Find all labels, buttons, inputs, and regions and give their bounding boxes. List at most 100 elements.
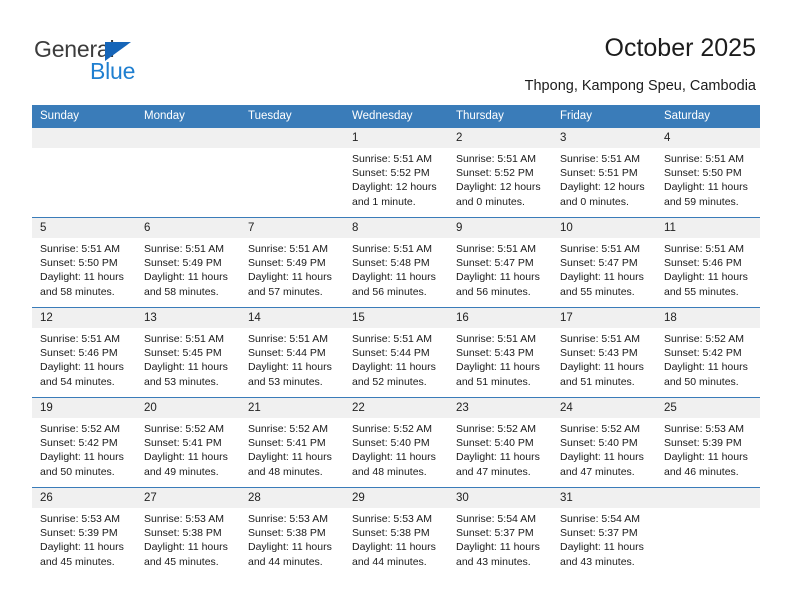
daylight-text: and 51 minutes. [456,375,531,388]
sunrise-text: Sunrise: 5:54 AM [456,513,536,525]
daylight-text: Daylight: 11 hours [352,271,436,284]
daylight-text: Daylight: 12 hours [560,181,645,194]
daylight-text: Daylight: 11 hours [664,271,748,284]
sunrise-text: Sunrise: 5:52 AM [560,423,640,435]
calendar-day-cell[interactable]: 19 Sunrise: 5:52 AM Sunset: 5:42 PM Dayligh… [32,397,136,488]
calendar-day-cell[interactable]: 6 Sunrise: 5:51 AM Sunset: 5:49 PM Daylight… [136,217,240,308]
calendar-day-cell[interactable]: 29 Sunrise: 5:53 AM Sunset: 5:38 PM Dayligh… [344,487,448,577]
calendar-day-cell[interactable]: 13 Sunrise: 5:51 AM Sunset: 5:45 PM Dayligh… [136,307,240,398]
daylight-text: and 56 minutes. [352,285,427,298]
daylight-text: and 58 minutes. [40,285,115,298]
daylight-text: and 52 minutes. [352,375,427,388]
day-details: Sunrise: 5:51 AM Sunset: 5:51 PM Daylight:… [552,148,656,209]
sunrise-text: Sunrise: 5:51 AM [456,243,536,255]
calendar-day-cell[interactable]: 10 Sunrise: 5:51 AM Sunset: 5:47 PM Dayligh… [552,217,656,308]
daylight-text: Daylight: 11 hours [664,181,748,194]
day-details: Sunrise: 5:51 AM Sunset: 5:52 PM Daylight:… [448,148,552,209]
daylight-text: Daylight: 11 hours [664,451,748,464]
sunset-text: Sunset: 5:44 PM [248,347,326,360]
calendar-day-cell[interactable]: 2 Sunrise: 5:51 AM Sunset: 5:52 PM Daylight… [448,127,552,218]
calendar-day-cell[interactable]: 7 Sunrise: 5:51 AM Sunset: 5:49 PM Daylight… [240,217,344,308]
calendar-day-cell[interactable]: 26 Sunrise: 5:53 AM Sunset: 5:39 PM Dayligh… [32,487,136,577]
calendar-day-cell[interactable]: 11 Sunrise: 5:51 AM Sunset: 5:46 PM Dayligh… [656,217,760,308]
calendar-day-cell[interactable]: 20 Sunrise: 5:52 AM Sunset: 5:41 PM Dayligh… [136,397,240,488]
calendar-day-cell[interactable]: 22 Sunrise: 5:52 AM Sunset: 5:40 PM Dayligh… [344,397,448,488]
daylight-text: Daylight: 11 hours [456,361,540,374]
daylight-text: Daylight: 11 hours [40,361,124,374]
calendar-day-cell[interactable]: 25 Sunrise: 5:53 AM Sunset: 5:39 PM Dayligh… [656,397,760,488]
sunset-text: Sunset: 5:38 PM [144,527,222,540]
sunset-text: Sunset: 5:46 PM [40,347,118,360]
sunrise-sunset-calendar-table: Sunday Monday Tuesday Wednesday Thursday… [32,105,760,577]
calendar-day-cell[interactable]: 27 Sunrise: 5:53 AM Sunset: 5:38 PM Dayligh… [136,487,240,577]
daylight-text: Daylight: 11 hours [248,361,332,374]
day-details: Sunrise: 5:53 AM Sunset: 5:38 PM Daylight:… [136,508,240,569]
daylight-text: Daylight: 11 hours [352,361,436,374]
day-number: 19 [32,398,136,418]
sunset-text: Sunset: 5:37 PM [560,527,638,540]
daylight-text: Daylight: 11 hours [664,361,748,374]
day-details: Sunrise: 5:51 AM Sunset: 5:47 PM Daylight:… [552,238,656,299]
day-number: 21 [240,398,344,418]
calendar-day-cell[interactable]: 3 Sunrise: 5:51 AM Sunset: 5:51 PM Daylight… [552,127,656,218]
calendar-day-cell[interactable]: 28 Sunrise: 5:53 AM Sunset: 5:38 PM Dayligh… [240,487,344,577]
calendar-day-cell[interactable]: 14 Sunrise: 5:51 AM Sunset: 5:44 PM Dayligh… [240,307,344,398]
calendar-day-cell[interactable]: 1 Sunrise: 5:51 AM Sunset: 5:52 PM Daylight… [344,127,448,218]
day-number: 7 [240,218,344,238]
day-number: 27 [136,488,240,508]
day-number: 25 [656,398,760,418]
calendar-day-cell[interactable]: 12 Sunrise: 5:51 AM Sunset: 5:46 PM Dayligh… [32,307,136,398]
calendar-day-cell[interactable]: 18 Sunrise: 5:52 AM Sunset: 5:42 PM Dayligh… [656,307,760,398]
day-number: 16 [448,308,552,328]
calendar-day-cell[interactable]: 21 Sunrise: 5:52 AM Sunset: 5:41 PM Dayligh… [240,397,344,488]
day-details: Sunrise: 5:52 AM Sunset: 5:40 PM Daylight:… [448,418,552,479]
daylight-text: Daylight: 11 hours [248,541,332,554]
daylight-text: Daylight: 11 hours [352,541,436,554]
sunrise-text: Sunrise: 5:52 AM [664,333,744,345]
sunrise-text: Sunrise: 5:51 AM [664,153,744,165]
day-number [656,488,760,508]
column-header-tuesday: Tuesday [240,105,344,128]
calendar-day-cell[interactable]: 30 Sunrise: 5:54 AM Sunset: 5:37 PM Dayligh… [448,487,552,577]
daylight-text: and 58 minutes. [144,285,219,298]
sunset-text: Sunset: 5:49 PM [144,257,222,270]
daylight-text: and 56 minutes. [456,285,531,298]
calendar-day-cell[interactable]: 8 Sunrise: 5:51 AM Sunset: 5:48 PM Daylight… [344,217,448,308]
daylight-text: and 53 minutes. [144,375,219,388]
generalblue-logo[interactable]: General Blue [34,36,214,88]
day-number: 4 [656,128,760,148]
sunset-text: Sunset: 5:52 PM [456,167,534,180]
calendar-day-cell[interactable]: 4 Sunrise: 5:51 AM Sunset: 5:50 PM Daylight… [656,127,760,218]
day-details: Sunrise: 5:51 AM Sunset: 5:45 PM Daylight:… [136,328,240,389]
daylight-text: and 47 minutes. [456,465,531,478]
page-subtitle: Thpong, Kampong Speu, Cambodia [524,78,756,94]
calendar-day-cell[interactable]: 15 Sunrise: 5:51 AM Sunset: 5:44 PM Dayligh… [344,307,448,398]
column-header-wednesday: Wednesday [344,105,448,128]
calendar-day-cell[interactable]: 17 Sunrise: 5:51 AM Sunset: 5:43 PM Dayligh… [552,307,656,398]
calendar-day-cell[interactable]: 31 Sunrise: 5:54 AM Sunset: 5:37 PM Dayligh… [552,487,656,577]
page-header: General Blue October 2025 Thpong, Kampon… [0,0,792,98]
calendar-day-cell[interactable]: 23 Sunrise: 5:52 AM Sunset: 5:40 PM Dayligh… [448,397,552,488]
calendar-day-cell[interactable]: 16 Sunrise: 5:51 AM Sunset: 5:43 PM Dayligh… [448,307,552,398]
day-number: 10 [552,218,656,238]
sunrise-text: Sunrise: 5:53 AM [40,513,120,525]
day-number: 18 [656,308,760,328]
daylight-text: Daylight: 11 hours [144,361,228,374]
day-number [32,128,136,148]
day-number: 15 [344,308,448,328]
day-details: Sunrise: 5:52 AM Sunset: 5:40 PM Daylight:… [552,418,656,479]
sunrise-text: Sunrise: 5:51 AM [40,243,120,255]
sunset-text: Sunset: 5:52 PM [352,167,430,180]
calendar-header-row: Sunday Monday Tuesday Wednesday Thursday… [32,105,760,128]
calendar-day-cell[interactable]: 24 Sunrise: 5:52 AM Sunset: 5:40 PM Dayligh… [552,397,656,488]
sunset-text: Sunset: 5:39 PM [664,437,742,450]
calendar-day-cell[interactable]: 5 Sunrise: 5:51 AM Sunset: 5:50 PM Daylight… [32,217,136,308]
day-details: Sunrise: 5:53 AM Sunset: 5:38 PM Daylight:… [240,508,344,569]
calendar-cell-empty [136,127,240,218]
calendar-day-cell[interactable]: 9 Sunrise: 5:51 AM Sunset: 5:47 PM Daylight… [448,217,552,308]
daylight-text: Daylight: 11 hours [560,271,644,284]
column-header-monday: Monday [136,105,240,128]
sunrise-text: Sunrise: 5:51 AM [560,153,640,165]
sunrise-text: Sunrise: 5:52 AM [248,423,328,435]
day-details: Sunrise: 5:51 AM Sunset: 5:44 PM Daylight:… [344,328,448,389]
